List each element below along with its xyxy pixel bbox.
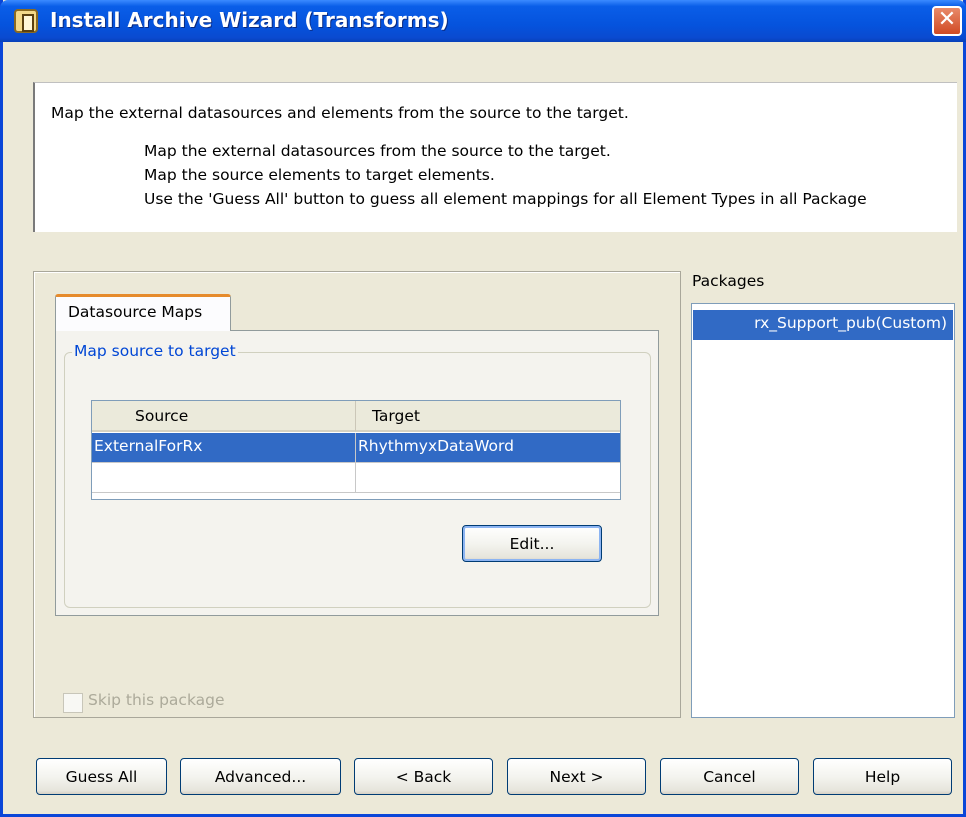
guess-all-button[interactable]: Guess All: [36, 758, 167, 795]
packages-label: Packages: [692, 272, 765, 290]
instructions-heading: Map the external datasources and element…: [51, 104, 629, 122]
help-button[interactable]: Help: [813, 758, 952, 795]
title-bar[interactable]: Install Archive Wizard (Transforms) ✕: [0, 0, 966, 42]
tab-datasource-maps[interactable]: Datasource Maps: [55, 294, 231, 331]
table-row[interactable]: ExternalForRx RhythmyxDataWord: [92, 433, 620, 463]
instruction-line-3: Use the 'Guess All' button to guess all …: [144, 190, 867, 208]
instruction-line-2: Map the source elements to target elemen…: [144, 166, 495, 184]
group-title: Map source to target: [72, 342, 238, 360]
close-button[interactable]: ✕: [932, 6, 962, 36]
table-cell-target: RhythmyxDataWord: [358, 437, 514, 455]
table-row[interactable]: [92, 463, 620, 493]
wizard-app-icon: [14, 9, 38, 33]
datasource-mapping-table: Source Target ExternalForRx RhythmyxData…: [91, 400, 621, 500]
column-header-source[interactable]: Source: [92, 401, 356, 432]
instruction-line-1: Map the external datasources from the so…: [144, 142, 611, 160]
next-button[interactable]: Next >: [507, 758, 646, 795]
cancel-button[interactable]: Cancel: [660, 758, 799, 795]
skip-package-checkbox[interactable]: [63, 693, 83, 713]
window-title: Install Archive Wizard (Transforms): [50, 8, 449, 32]
table-cell-source: [92, 463, 356, 492]
table-cell-target: [356, 463, 620, 492]
column-header-target[interactable]: Target: [356, 401, 620, 432]
table-cell-source: ExternalForRx: [92, 433, 356, 462]
package-item[interactable]: rx_Support_pub(Custom): [693, 310, 953, 340]
advanced-button[interactable]: Advanced...: [180, 758, 341, 795]
back-button[interactable]: < Back: [354, 758, 493, 795]
packages-list[interactable]: rx_Support_pub(Custom): [691, 303, 955, 718]
skip-package-label: Skip this package: [88, 691, 225, 709]
edit-button[interactable]: Edit...: [462, 525, 602, 562]
